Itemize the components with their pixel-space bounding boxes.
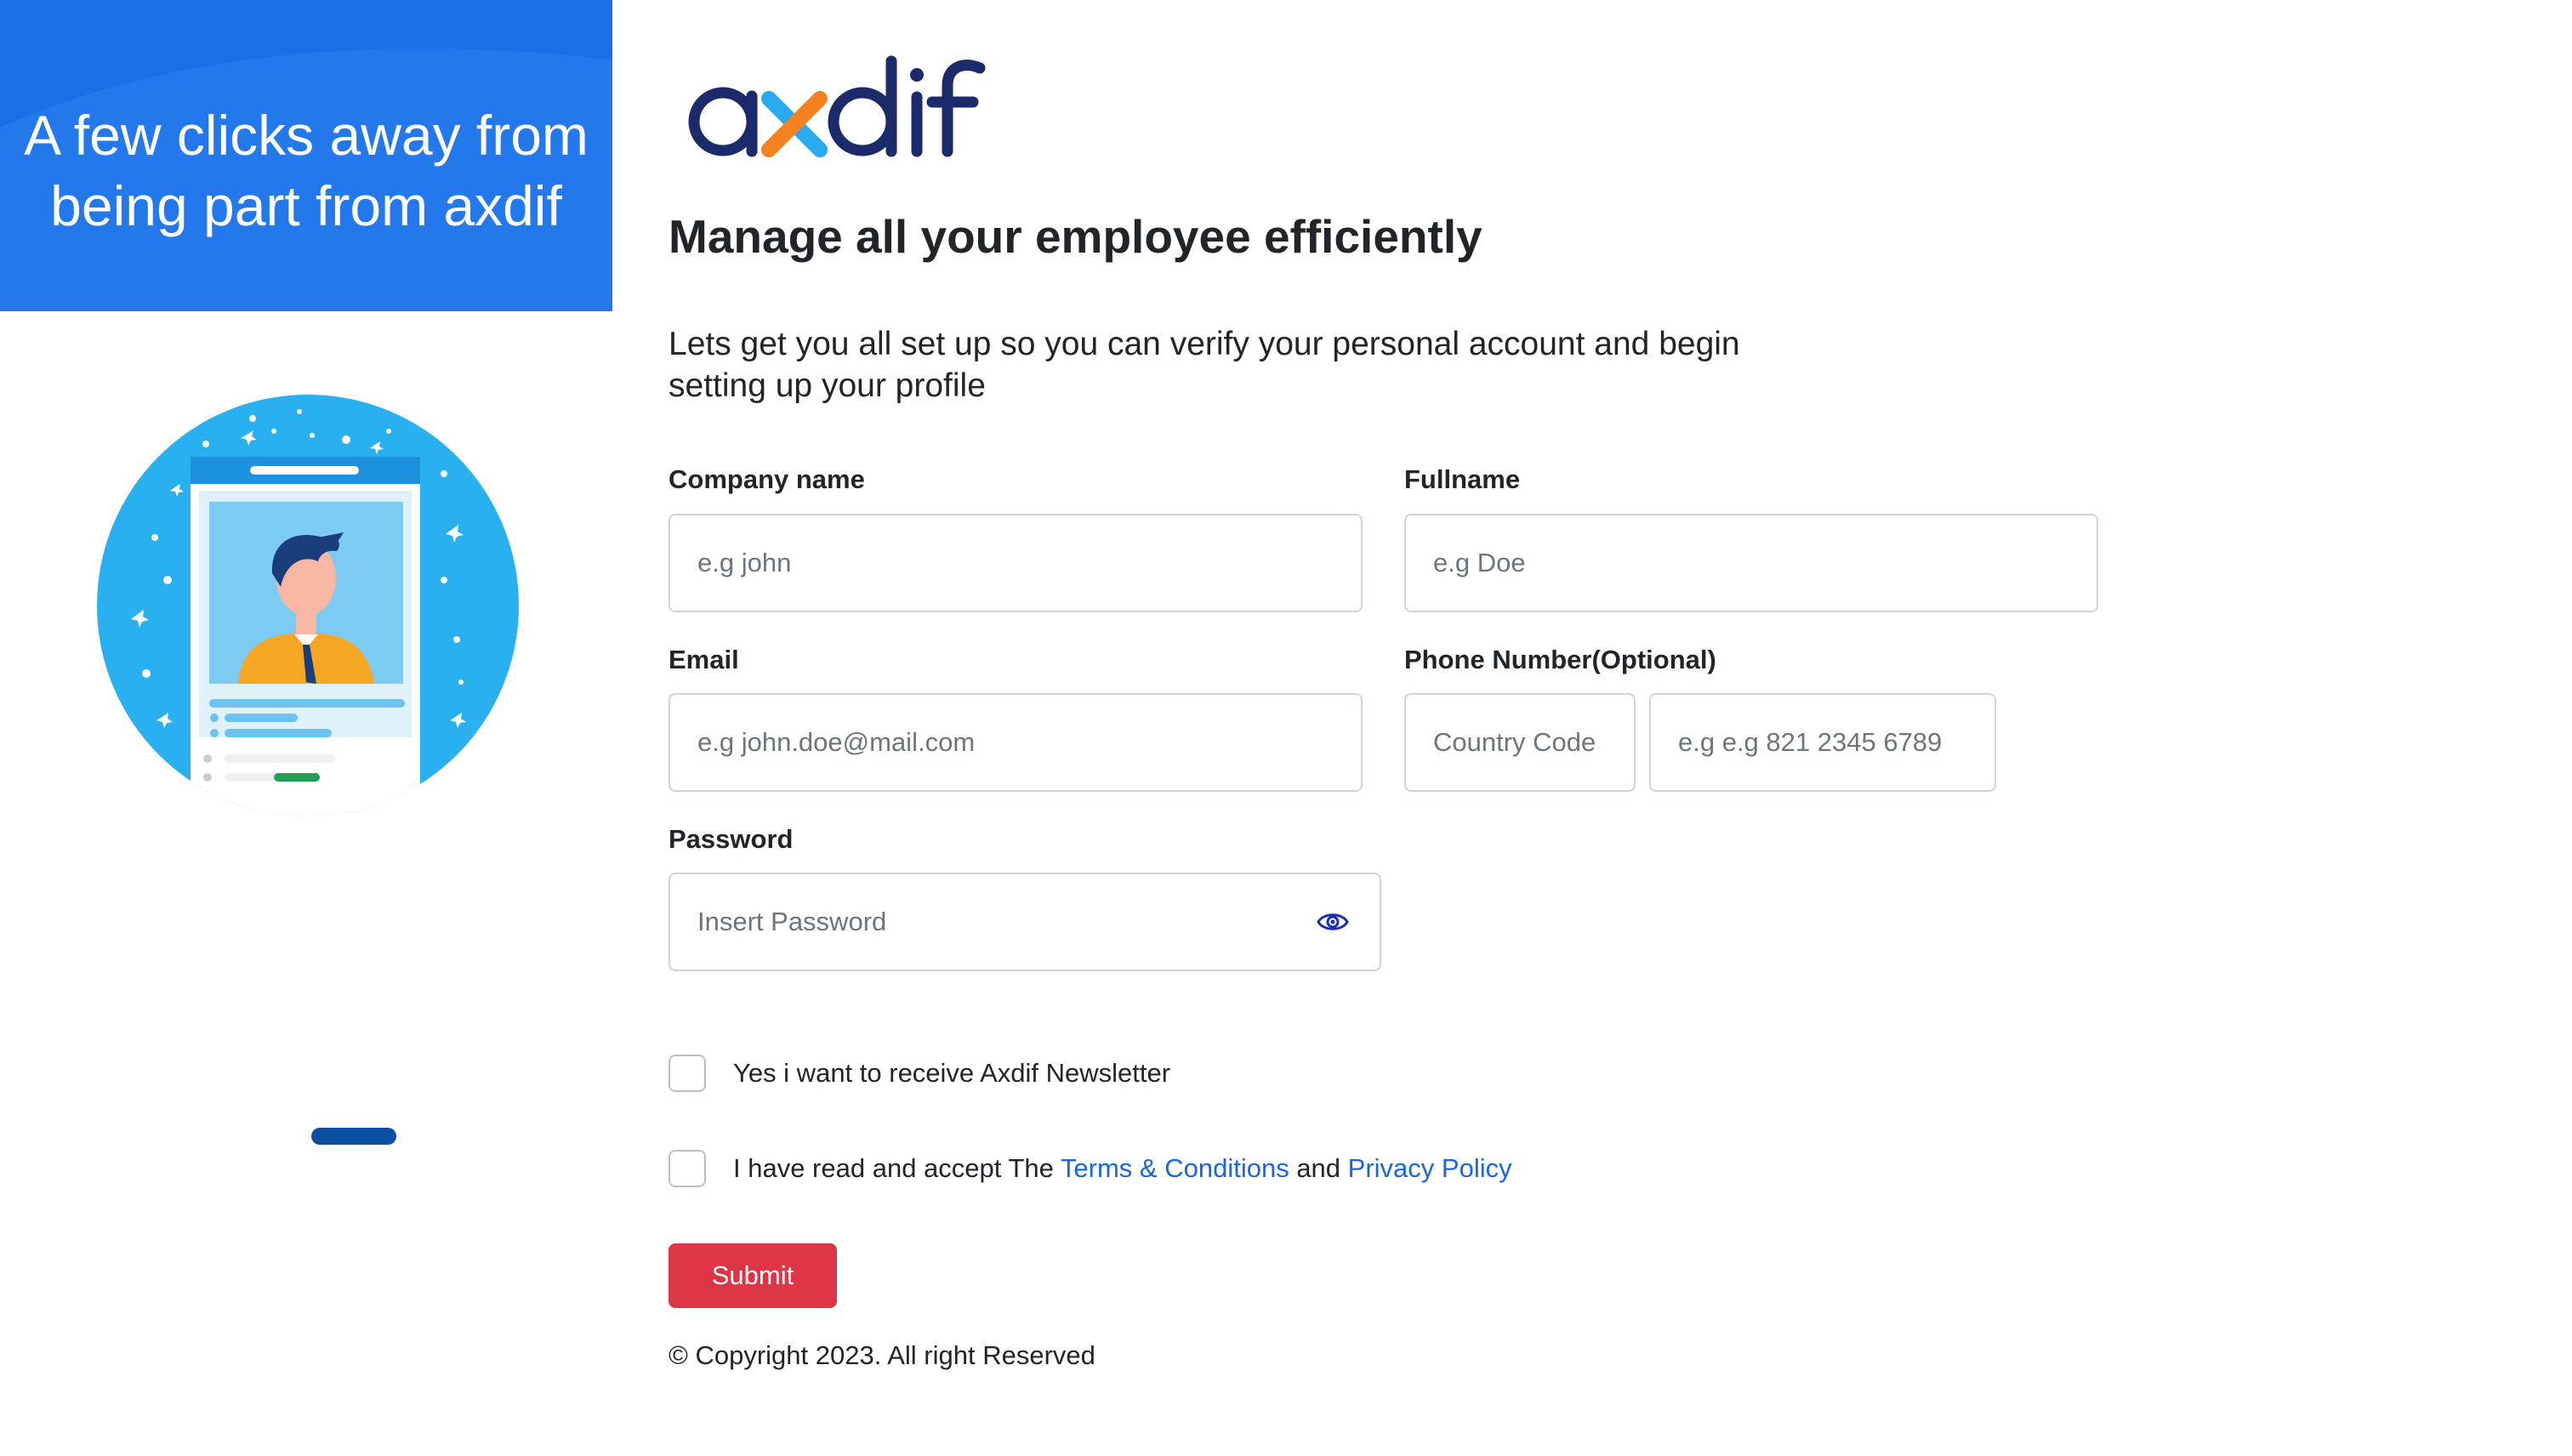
terms-and: and [1289,1153,1348,1183]
copyright-text: © Copyright 2023. All right Reserved [669,1340,1095,1370]
left-panel: A few clicks away from being part from a… [0,0,612,1456]
phone-number-input[interactable] [1649,693,1996,792]
newsletter-row: Yes i want to receive Axdif Newsletter [669,1055,1170,1092]
company-name-label: Company name [669,464,865,494]
password-input[interactable] [669,873,1381,971]
phone-number-label: Phone Number(Optional) [1404,645,1716,674]
fullname-input[interactable] [1404,514,2098,612]
email-label: Email [669,645,739,674]
newsletter-checkbox[interactable] [669,1055,706,1092]
hero-text: A few clicks away from being part from a… [24,104,589,237]
terms-prefix: I have read and accept The [733,1153,1061,1183]
terms-label: I have read and accept The Terms & Condi… [733,1153,1512,1184]
axdif-logo [688,55,986,157]
privacy-policy-link[interactable]: Privacy Policy [1348,1153,1512,1183]
terms-conditions-link[interactable]: Terms & Conditions [1061,1153,1289,1183]
profile-card-illustration [97,395,519,816]
company-name-input[interactable] [669,514,1363,612]
password-field [669,873,1381,971]
page-subtitle: Lets get you all set up so you can verif… [669,326,1740,404]
terms-row: I have read and accept The Terms & Condi… [669,1150,1512,1187]
country-code-input[interactable] [1404,693,1636,792]
email-input[interactable] [669,693,1363,792]
submit-button[interactable]: Submit [669,1243,837,1308]
fullname-label: Fullname [1404,464,1521,494]
page-title: Manage all your employee efficiently [669,210,1482,263]
carousel-indicator[interactable] [311,1128,396,1145]
eye-icon[interactable] [1317,907,1349,937]
password-label: Password [669,824,794,854]
newsletter-label: Yes i want to receive Axdif Newsletter [733,1058,1171,1088]
hero-banner: A few clicks away from being part from a… [0,0,612,311]
terms-checkbox[interactable] [669,1150,706,1187]
